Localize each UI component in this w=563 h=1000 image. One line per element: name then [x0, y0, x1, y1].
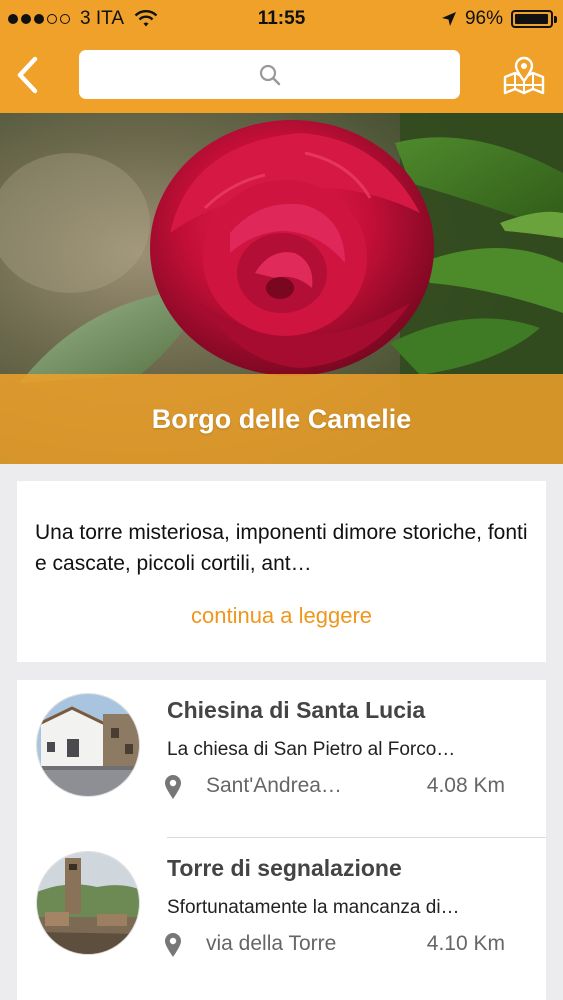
chevron-left-icon	[17, 56, 38, 94]
place-subtitle: Sfortunatamente la mancanza di…	[167, 897, 460, 918]
place-thumbnail	[36, 851, 140, 955]
list-item[interactable]: Chiesina di Santa Lucia La chiesa di San…	[17, 680, 546, 838]
battery-percentage: 96%	[464, 8, 503, 29]
hero-image: Borgo delle Camelie	[0, 113, 563, 464]
app-screen: 3 ITA 11:55 96% Borgo delle Camelie Una …	[0, 0, 563, 1000]
place-thumbnail	[36, 693, 140, 797]
search-bar[interactable]	[79, 50, 460, 99]
places-list: Chiesina di Santa Lucia La chiesa di San…	[17, 680, 546, 1000]
tower-photo	[37, 852, 139, 954]
top-bar: 3 ITA 11:55 96%	[0, 0, 563, 113]
status-right: 96%	[441, 8, 557, 30]
read-more-link[interactable]: continua a leggere	[17, 603, 546, 629]
search-input[interactable]	[79, 50, 460, 99]
place-distance: 4.10 Km	[426, 932, 505, 955]
back-button[interactable]	[10, 52, 44, 98]
place-location: via della Torre	[206, 932, 337, 955]
map-button[interactable]	[500, 52, 548, 98]
status-bar: 3 ITA 11:55 96%	[0, 0, 563, 38]
description-text: Una torre misteriosa, imponenti dimore s…	[35, 521, 528, 575]
church-photo	[37, 694, 139, 796]
hero-title-band: Borgo delle Camelie	[0, 374, 563, 464]
battery-fill	[515, 14, 548, 24]
location-pin-icon	[165, 775, 181, 799]
list-item[interactable]: Torre di segnalazione Sfortunatamente la…	[17, 838, 546, 996]
place-distance: 4.08 Km	[426, 774, 505, 797]
description-card: Una torre misteriosa, imponenti dimore s…	[17, 481, 546, 662]
map-pin-icon	[503, 56, 545, 95]
place-title: Torre di segnalazione	[167, 855, 402, 881]
place-location: Sant'Andrea…	[206, 774, 342, 797]
location-arrow-icon	[441, 12, 456, 26]
place-title: Chiesina di Santa Lucia	[167, 697, 426, 723]
hero-title: Borgo delle Camelie	[151, 403, 412, 434]
battery-icon	[511, 10, 557, 28]
place-subtitle: La chiesa di San Pietro al Forco…	[167, 739, 456, 760]
location-pin-icon	[165, 933, 181, 957]
